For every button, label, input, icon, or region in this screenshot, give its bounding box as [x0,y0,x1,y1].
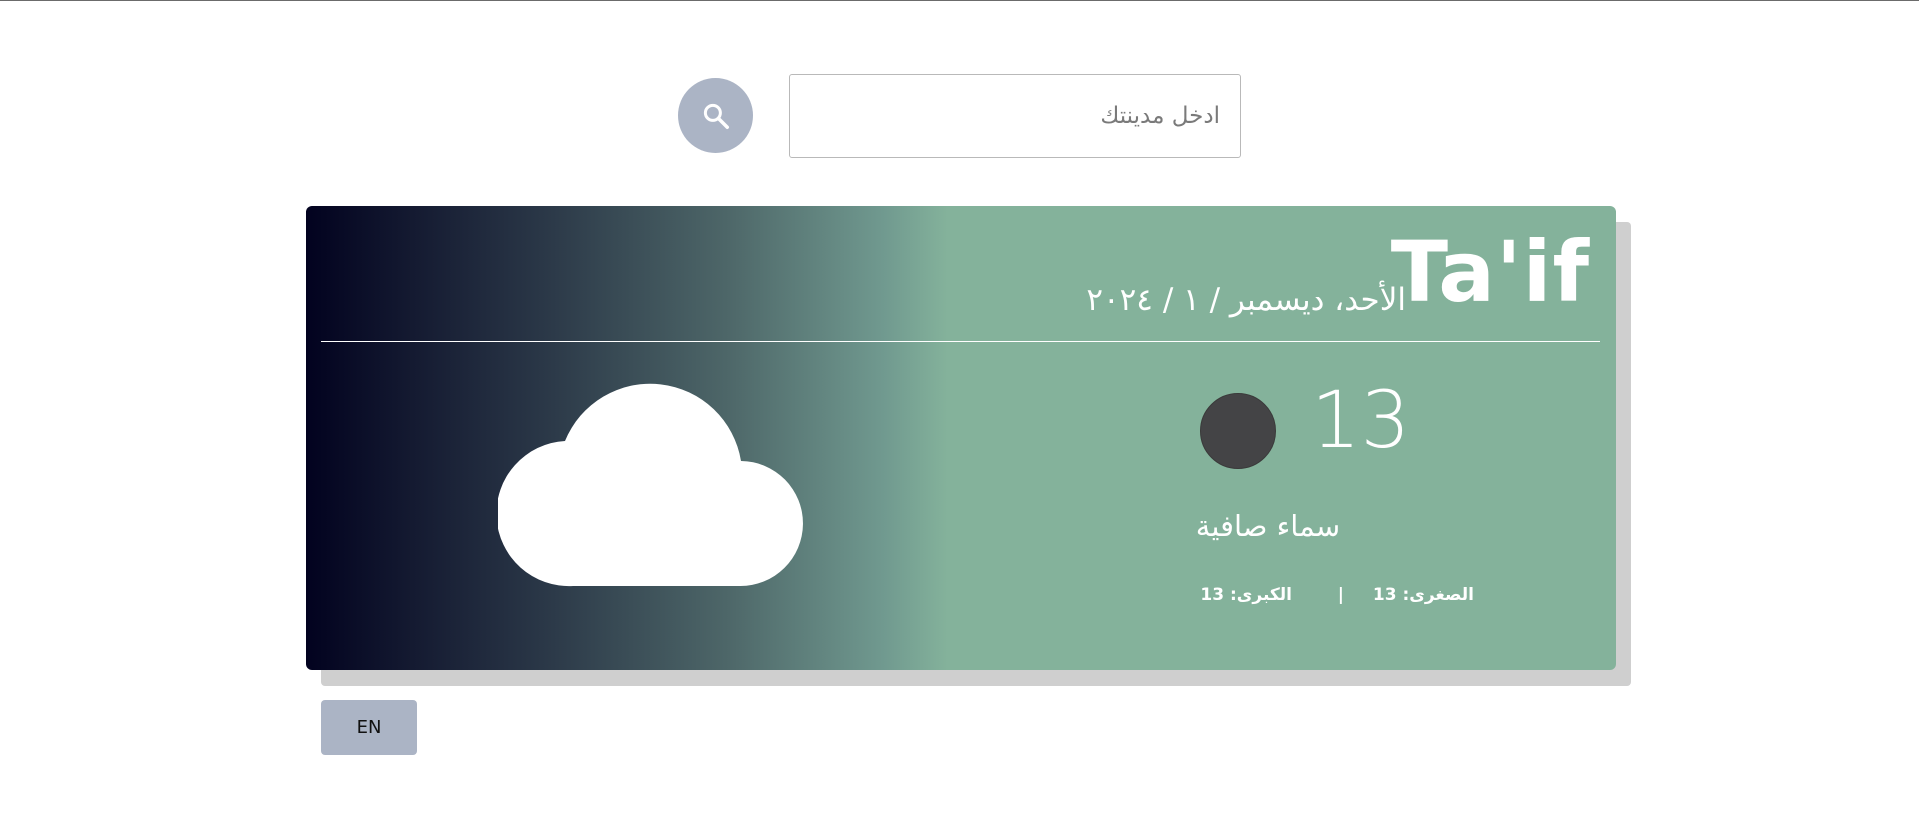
card-divider [321,341,1600,342]
language-toggle-button[interactable]: EN [321,700,417,755]
weather-status-dot [1200,393,1276,469]
cloud-icon [498,383,803,587]
current-date: الأحد، ديسمبر / ١ / ٢٠٢٤ [1086,282,1406,318]
city-search-input[interactable] [789,74,1241,158]
search-icon [703,103,729,129]
max-temperature: الكبرى: 13 [1200,585,1292,605]
min-max-separator: | [1337,585,1344,605]
temperature-value: 13 [1311,376,1411,466]
min-temperature: الصغرى: 13 [1372,585,1474,605]
min-max-temperatures: الصغرى: 13 | الكبرى: 13 [1154,582,1474,612]
search-button[interactable] [678,78,753,153]
city-name: Ta'if [1390,223,1590,321]
weather-description: سماء صافية [1195,509,1341,543]
weather-card: Ta'if الأحد، ديسمبر / ١ / ٢٠٢٤ 13 سماء ص… [306,206,1616,670]
top-border [0,0,1919,1]
